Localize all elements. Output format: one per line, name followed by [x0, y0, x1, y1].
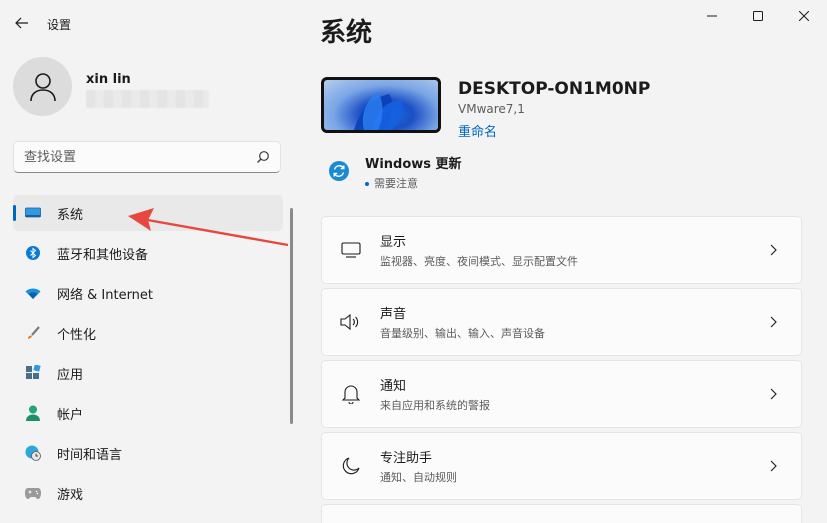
sidebar-item-gaming[interactable]: 游戏 [13, 475, 283, 511]
card-desc: 监视器、亮度、夜间模式、显示配置文件 [380, 255, 578, 268]
arrow-left-icon [15, 17, 28, 29]
card-desc: 音量级别、输出、输入、声音设备 [380, 327, 545, 340]
maximize-button[interactable] [735, 0, 781, 32]
close-icon [799, 11, 809, 21]
gamepad-icon [25, 485, 41, 501]
chevron-right-icon [770, 244, 777, 256]
windows-update-title[interactable]: Windows 更新 [365, 153, 462, 172]
bloom-wallpaper-icon [354, 92, 404, 130]
maximize-icon [753, 11, 763, 21]
sidebar-item-network[interactable]: 网络 & Internet [13, 275, 283, 311]
card-desc: 通知、自动规则 [380, 471, 457, 484]
minimize-icon [707, 15, 717, 17]
card-title: 显示 [380, 235, 407, 250]
rename-link[interactable]: 重命名 [458, 121, 497, 140]
window-controls [689, 0, 827, 32]
sidebar-item-accounts[interactable]: 帐户 [13, 395, 283, 431]
speaker-icon [340, 311, 362, 333]
minimize-button[interactable] [689, 0, 735, 32]
display-icon [25, 205, 41, 221]
wifi-icon [25, 285, 41, 301]
globe-clock-icon [25, 445, 41, 461]
app-title: 设置 [47, 18, 72, 32]
main-pane: 系统 DESKTOP-ON1M0NP VMware7,1 重命名 Windows… [297, 0, 827, 523]
card-desc: 来自应用和系统的警报 [380, 399, 490, 412]
card-sound[interactable]: 声音 音量级别、输出、输入、声音设备 [321, 288, 802, 356]
person-icon [25, 405, 41, 421]
card-title: 通知 [380, 379, 407, 394]
moon-icon [340, 455, 362, 477]
sidebar-item-label: 游戏 [57, 487, 84, 503]
search-box[interactable] [13, 141, 281, 173]
chevron-right-icon [770, 460, 777, 472]
card-title: 声音 [380, 307, 407, 322]
user-icon [29, 72, 56, 101]
search-input[interactable] [24, 149, 244, 165]
sidebar-item-apps[interactable]: 应用 [13, 355, 283, 391]
sidebar-item-label: 个性化 [57, 327, 97, 343]
sidebar: 设置 xin lin 系统 蓝牙和其他设备 [0, 0, 297, 523]
monitor-icon [340, 239, 362, 261]
user-email-redacted [86, 90, 209, 108]
card-focus-assist[interactable]: 专注助手 通知、自动规则 [321, 432, 802, 500]
device-model: VMware7,1 [458, 102, 525, 116]
card-next-partial[interactable] [321, 504, 802, 523]
apps-icon [25, 365, 41, 381]
status-dot-icon [365, 182, 369, 186]
annotation-arrow-icon [128, 208, 289, 247]
card-title: 专注助手 [380, 451, 433, 466]
close-button[interactable] [781, 0, 827, 32]
chevron-right-icon [770, 388, 777, 400]
sidebar-item-label: 系统 [57, 207, 84, 223]
chevron-right-icon [770, 316, 777, 328]
settings-cards: 显示 监视器、亮度、夜间模式、显示配置文件 声音 音量级别、输出、输入、声音设备… [321, 216, 802, 523]
device-thumbnail [321, 77, 441, 133]
card-display[interactable]: 显示 监视器、亮度、夜间模式、显示配置文件 [321, 216, 802, 284]
avatar[interactable] [13, 57, 72, 116]
sidebar-item-label: 应用 [57, 367, 84, 383]
back-button[interactable] [12, 13, 32, 33]
sidebar-item-label: 时间和语言 [57, 447, 123, 463]
windows-update-icon[interactable] [328, 160, 350, 182]
user-name: xin lin [86, 72, 131, 87]
windows-update-status-text: 需要注意 [374, 177, 418, 190]
device-name: DESKTOP-ON1M0NP [458, 79, 651, 99]
windows-update-status: 需要注意 [365, 175, 418, 191]
sidebar-item-personalization[interactable]: 个性化 [13, 315, 283, 351]
page-title: 系统 [320, 18, 373, 48]
sidebar-item-label: 网络 & Internet [57, 287, 154, 303]
sidebar-item-label: 帐户 [57, 407, 84, 423]
bluetooth-icon [25, 245, 41, 261]
sidebar-item-time-language[interactable]: 时间和语言 [13, 435, 283, 471]
wallpaper-preview [324, 80, 438, 130]
search-icon[interactable] [256, 150, 270, 164]
bell-icon [340, 383, 362, 405]
card-notifications[interactable]: 通知 来自应用和系统的警报 [321, 360, 802, 428]
brush-icon [25, 325, 41, 341]
